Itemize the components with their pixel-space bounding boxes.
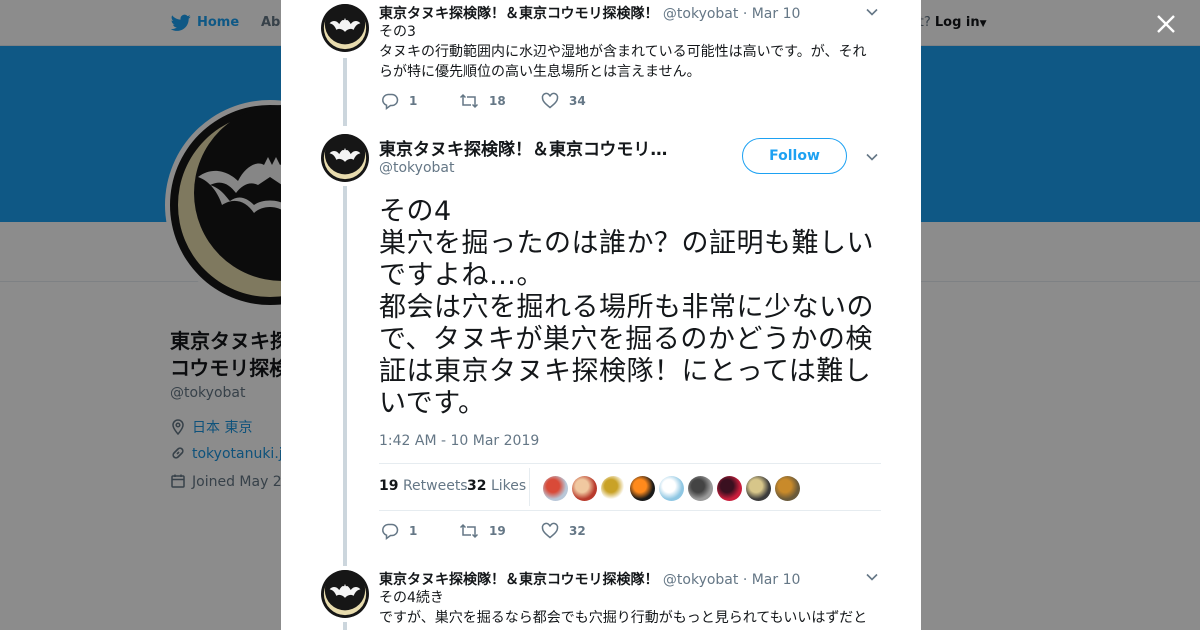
chevron-down-icon[interactable]: [864, 149, 880, 165]
retweet-icon: [459, 93, 479, 109]
avatar-rocket-icon[interactable]: [630, 476, 655, 501]
avatar-emblem-icon[interactable]: [601, 476, 626, 501]
chevron-down-icon[interactable]: [864, 4, 880, 20]
tweet-text: その4続き ですが、巣穴を掘るなら都会でも穴掘り行動がもっと見られてもいいはずだ…: [379, 590, 868, 626]
tweet-avatar[interactable]: [321, 570, 369, 618]
tweet-author-handle[interactable]: @tokyobat: [663, 6, 738, 22]
avatar-flag-icon[interactable]: [543, 476, 568, 501]
heart-icon: [541, 92, 559, 109]
tweet-avatar[interactable]: [321, 4, 369, 52]
tweet-permalink-modal: 東京タヌキ探検隊！＆東京コウモリ探検隊！ @tokyobat · Mar 10 …: [281, 0, 921, 630]
main-tweet-text: その4 巣穴を掘ったのは誰か？の証明も難しいですよね…。 都会は穴を掘れる場所も…: [379, 196, 874, 419]
reply-button[interactable]: 1: [381, 522, 417, 540]
chevron-down-icon[interactable]: [864, 569, 880, 585]
retweet-icon: [459, 523, 479, 539]
bat-moon-avatar-icon: [321, 134, 369, 182]
retweets-stat[interactable]: 19 Retweets: [379, 478, 468, 494]
thread-connector: [343, 622, 347, 630]
tweet-author-name[interactable]: 東京タヌキ探検隊！＆東京コウモリ探検隊！: [379, 572, 658, 588]
main-tweet-timestamp[interactable]: 1:42 AM - 10 Mar 2019: [379, 433, 539, 449]
like-count: 34: [569, 94, 586, 108]
tweet-date[interactable]: · Mar 10: [743, 6, 801, 22]
stats-divider: [529, 468, 530, 506]
retweet-button[interactable]: 18: [459, 92, 506, 110]
like-button[interactable]: 34: [541, 92, 586, 110]
tweet-header: 東京タヌキ探検隊！＆東京コウモリ探検隊！ @tokyobat · Mar 10: [379, 3, 800, 23]
reply-button[interactable]: 1: [381, 92, 417, 110]
bat-moon-avatar-icon: [321, 570, 369, 618]
reply-icon: [382, 523, 399, 540]
tweet-text: その3 タヌキの行動範囲内に水辺や湿地が含まれている可能性は高いです。が、それら…: [379, 24, 867, 80]
main-tweet-author-name[interactable]: 東京タヌキ探検隊！＆東京コウモリ…: [379, 135, 667, 160]
likes-stat-label: Likes: [490, 478, 527, 494]
like-button[interactable]: 32: [541, 522, 586, 540]
reply-count: 1: [409, 94, 418, 108]
retweet-button[interactable]: 19: [459, 522, 506, 540]
follow-button[interactable]: Follow: [742, 138, 847, 174]
tweet-author-handle[interactable]: @tokyobat: [663, 572, 738, 588]
heart-icon: [541, 522, 559, 539]
retweet-count: 19: [489, 524, 506, 538]
likes-stat-count: 32: [467, 478, 487, 494]
bat-moon-avatar-icon: [321, 4, 369, 52]
avatar-paper-plane-icon[interactable]: [659, 476, 684, 501]
tweet-stats: 19 Retweets 32 Likes: [379, 463, 881, 511]
avatar-animal-icon[interactable]: [775, 476, 800, 501]
tweet-date[interactable]: · Mar 10: [743, 572, 801, 588]
thread-connector: [343, 186, 347, 566]
retweet-count: 18: [489, 94, 506, 108]
retweets-stat-label: Retweets: [402, 478, 468, 494]
like-count: 32: [569, 524, 586, 538]
thread-connector: [343, 58, 347, 126]
main-tweet-avatar[interactable]: [321, 134, 369, 182]
avatar-car-icon[interactable]: [746, 476, 771, 501]
close-icon[interactable]: [1152, 10, 1180, 38]
retweets-stat-count: 19: [379, 478, 399, 494]
avatar-gray-icon[interactable]: [688, 476, 713, 501]
tweet-header: 東京タヌキ探検隊！＆東京コウモリ探検隊！ @tokyobat · Mar 10: [379, 569, 800, 589]
avatar-anime-icon[interactable]: [572, 476, 597, 501]
reply-icon: [382, 93, 399, 110]
tweet-author-name[interactable]: 東京タヌキ探検隊！＆東京コウモリ探検隊！: [379, 6, 658, 22]
main-tweet-author-handle[interactable]: @tokyobat: [379, 160, 454, 176]
likes-stat[interactable]: 32 Likes: [467, 478, 526, 494]
avatar-red-icon[interactable]: [717, 476, 742, 501]
reply-count: 1: [409, 524, 418, 538]
